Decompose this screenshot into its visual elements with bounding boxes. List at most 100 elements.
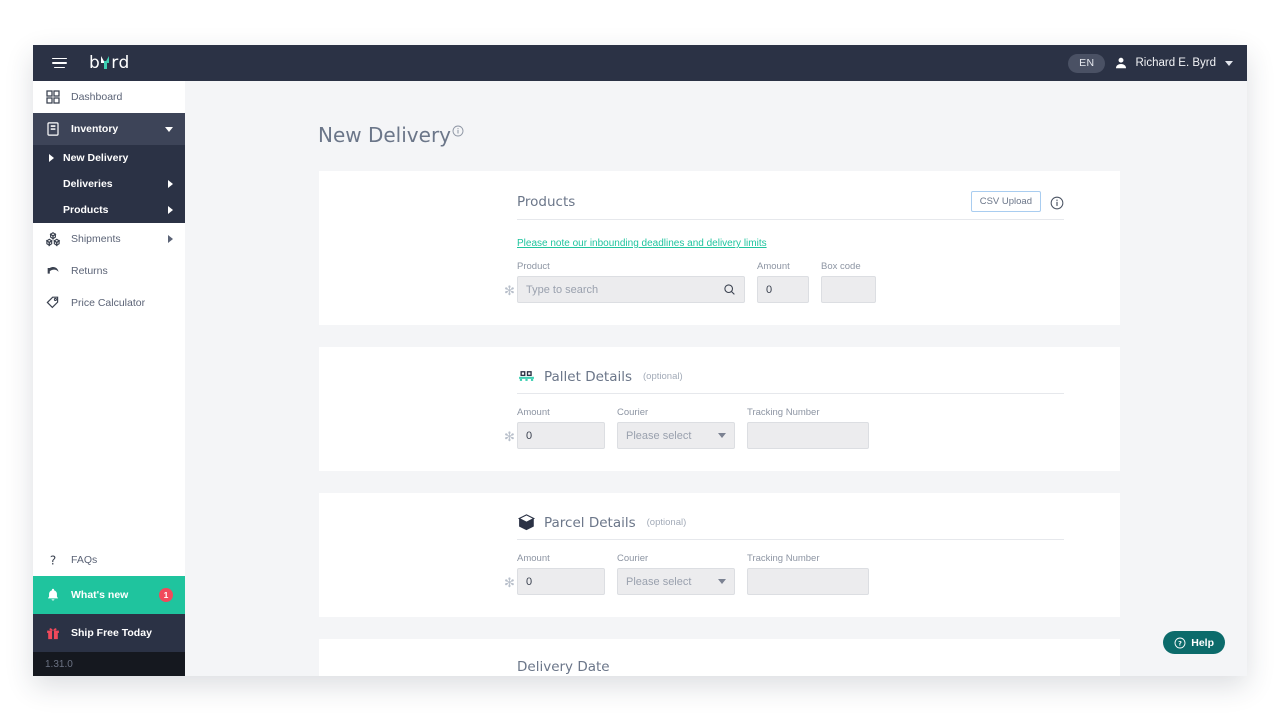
parcel-field-row: ✻ Amount 0 Courier Please select Tracki: [517, 553, 1064, 595]
parcel-courier-select[interactable]: Please select: [617, 568, 735, 595]
byrd-logo-mark-icon: [101, 56, 110, 69]
pallet-card-header: Pallet Details (optional): [517, 367, 1064, 394]
gift-icon: [45, 625, 61, 641]
product-field-row: ✻ Product Type to search: [517, 261, 1064, 303]
amount-label: Amount: [757, 261, 809, 272]
brand-logo[interactable]: brd: [89, 53, 130, 73]
sidebar-item-returns[interactable]: Returns: [33, 255, 185, 287]
chevron-right-icon: [49, 154, 54, 162]
pallet-optional-label: (optional): [643, 371, 683, 382]
parcel-courier-field: Courier Please select: [617, 553, 735, 595]
top-bar: brd EN Richard E. Byrd: [33, 45, 1247, 81]
pallet-details-card: Pallet Details (optional) ✻ Amount 0 Cou…: [319, 347, 1120, 471]
parcel-amount-input[interactable]: 0: [517, 568, 605, 595]
sidebar-subitem-deliveries[interactable]: Deliveries: [33, 171, 185, 197]
required-marker: ✻: [504, 284, 515, 297]
pallet-icon: [517, 367, 536, 386]
product-amount-field: Amount 0: [757, 261, 809, 303]
info-circle-icon[interactable]: [452, 125, 464, 137]
page-title: New Delivery: [318, 123, 1247, 147]
product-search-input[interactable]: Type to search: [517, 276, 745, 303]
chevron-down-icon: [1225, 61, 1233, 66]
pallet-tracking-label: Tracking Number: [747, 407, 869, 418]
product-amount-input[interactable]: 0: [757, 276, 809, 303]
user-menu[interactable]: Richard E. Byrd: [1114, 56, 1233, 70]
csv-upload-button[interactable]: CSV Upload: [971, 191, 1041, 212]
sidebar-item-shipments[interactable]: Shipments: [33, 223, 185, 255]
brand-text-pre: b: [89, 53, 100, 73]
parcel-optional-label: (optional): [647, 517, 687, 528]
version-label: 1.31.0: [33, 652, 185, 676]
hamburger-menu-icon[interactable]: [41, 45, 77, 81]
delivery-date-card-header: Delivery Date: [517, 659, 1064, 676]
sidebar-item-whats-new[interactable]: What's new 1: [33, 576, 185, 614]
parcel-card-header: Parcel Details (optional): [517, 513, 1064, 540]
sidebar-item-label: Price Calculator: [71, 297, 173, 309]
parcel-courier-value: Please select: [626, 576, 691, 588]
sidebar-item-label: What's new: [71, 589, 149, 601]
sidebar-navigation: Dashboard Inventory New Delivery Deliver…: [33, 81, 185, 676]
svg-text:?: ?: [50, 553, 56, 567]
products-card-title: Products: [517, 194, 575, 210]
sidebar-subitem-label: New Delivery: [63, 152, 128, 164]
delivery-date-card: Delivery Date Between: [319, 639, 1120, 676]
sidebar-subitem-products[interactable]: Products: [33, 197, 185, 223]
chevron-right-icon: [168, 180, 173, 188]
whats-new-badge: 1: [159, 588, 173, 602]
pallet-courier-label: Courier: [617, 407, 735, 418]
sidebar-item-label: Inventory: [71, 123, 155, 135]
application-window: brd EN Richard E. Byrd Dashboard: [33, 45, 1247, 676]
product-placeholder: Type to search: [526, 284, 598, 296]
pallet-amount-field: Amount 0: [517, 407, 605, 449]
bell-icon: [45, 587, 61, 603]
parcel-card-title: Parcel Details: [544, 515, 636, 531]
language-selector[interactable]: EN: [1068, 54, 1105, 73]
pallet-amount-input[interactable]: 0: [517, 422, 605, 449]
grid-dashboard-icon: [45, 89, 61, 105]
pallet-courier-select[interactable]: Please select: [617, 422, 735, 449]
inbounding-deadlines-link[interactable]: Please note our inbounding deadlines and…: [517, 238, 767, 249]
page-title-text: New Delivery: [318, 123, 451, 147]
parcel-tracking-field: Tracking Number: [747, 553, 869, 595]
chevron-right-icon: [168, 206, 173, 214]
sidebar-item-faqs[interactable]: ? FAQs: [33, 544, 185, 576]
main-content: New Delivery Products CSV Upload: [185, 81, 1247, 676]
inventory-submenu: New Delivery Deliveries Products: [33, 145, 185, 223]
sidebar-spacer: [33, 319, 185, 544]
parcel-box-icon: [517, 513, 536, 532]
products-card-header: Products CSV Upload: [517, 191, 1064, 220]
price-tag-icon: [45, 295, 61, 311]
sidebar-item-label: Ship Free Today: [71, 627, 173, 639]
sidebar-item-label: Returns: [71, 265, 173, 277]
clipboard-inventory-icon: [45, 121, 61, 137]
sidebar-item-label: FAQs: [71, 554, 173, 566]
parcel-courier-label: Courier: [617, 553, 735, 564]
sidebar-subitem-new-delivery[interactable]: New Delivery: [33, 145, 185, 171]
question-mark-icon: ?: [45, 552, 61, 568]
pallet-tracking-input[interactable]: [747, 422, 869, 449]
user-avatar-icon: [1114, 56, 1128, 70]
sidebar-item-dashboard[interactable]: Dashboard: [33, 81, 185, 113]
return-arrow-icon: [45, 263, 61, 279]
sidebar-item-price-calculator[interactable]: Price Calculator: [33, 287, 185, 319]
pallet-card-title: Pallet Details: [544, 369, 632, 385]
box-code-input[interactable]: [821, 276, 876, 303]
sidebar-item-inventory[interactable]: Inventory: [33, 113, 185, 145]
parcel-tracking-input[interactable]: [747, 568, 869, 595]
sidebar-item-label: Shipments: [71, 233, 158, 245]
parcel-amount-field: Amount 0: [517, 553, 605, 595]
help-button[interactable]: ? Help: [1163, 631, 1225, 654]
required-marker: ✻: [504, 430, 515, 443]
pallet-courier-value: Please select: [626, 430, 691, 442]
sidebar-subitem-label: Products: [63, 204, 109, 216]
info-circle-icon[interactable]: [1050, 196, 1064, 210]
pallet-courier-field: Courier Please select: [617, 407, 735, 449]
search-icon[interactable]: [723, 283, 736, 296]
box-code-label: Box code: [821, 261, 876, 272]
products-card: Products CSV Upload Please note our inbo…: [319, 171, 1120, 325]
sidebar-item-label: Dashboard: [71, 91, 173, 103]
sidebar-item-ship-free-today[interactable]: Ship Free Today: [33, 614, 185, 652]
chevron-down-icon: [718, 433, 726, 438]
parcel-tracking-label: Tracking Number: [747, 553, 869, 564]
chevron-down-icon: [718, 579, 726, 584]
